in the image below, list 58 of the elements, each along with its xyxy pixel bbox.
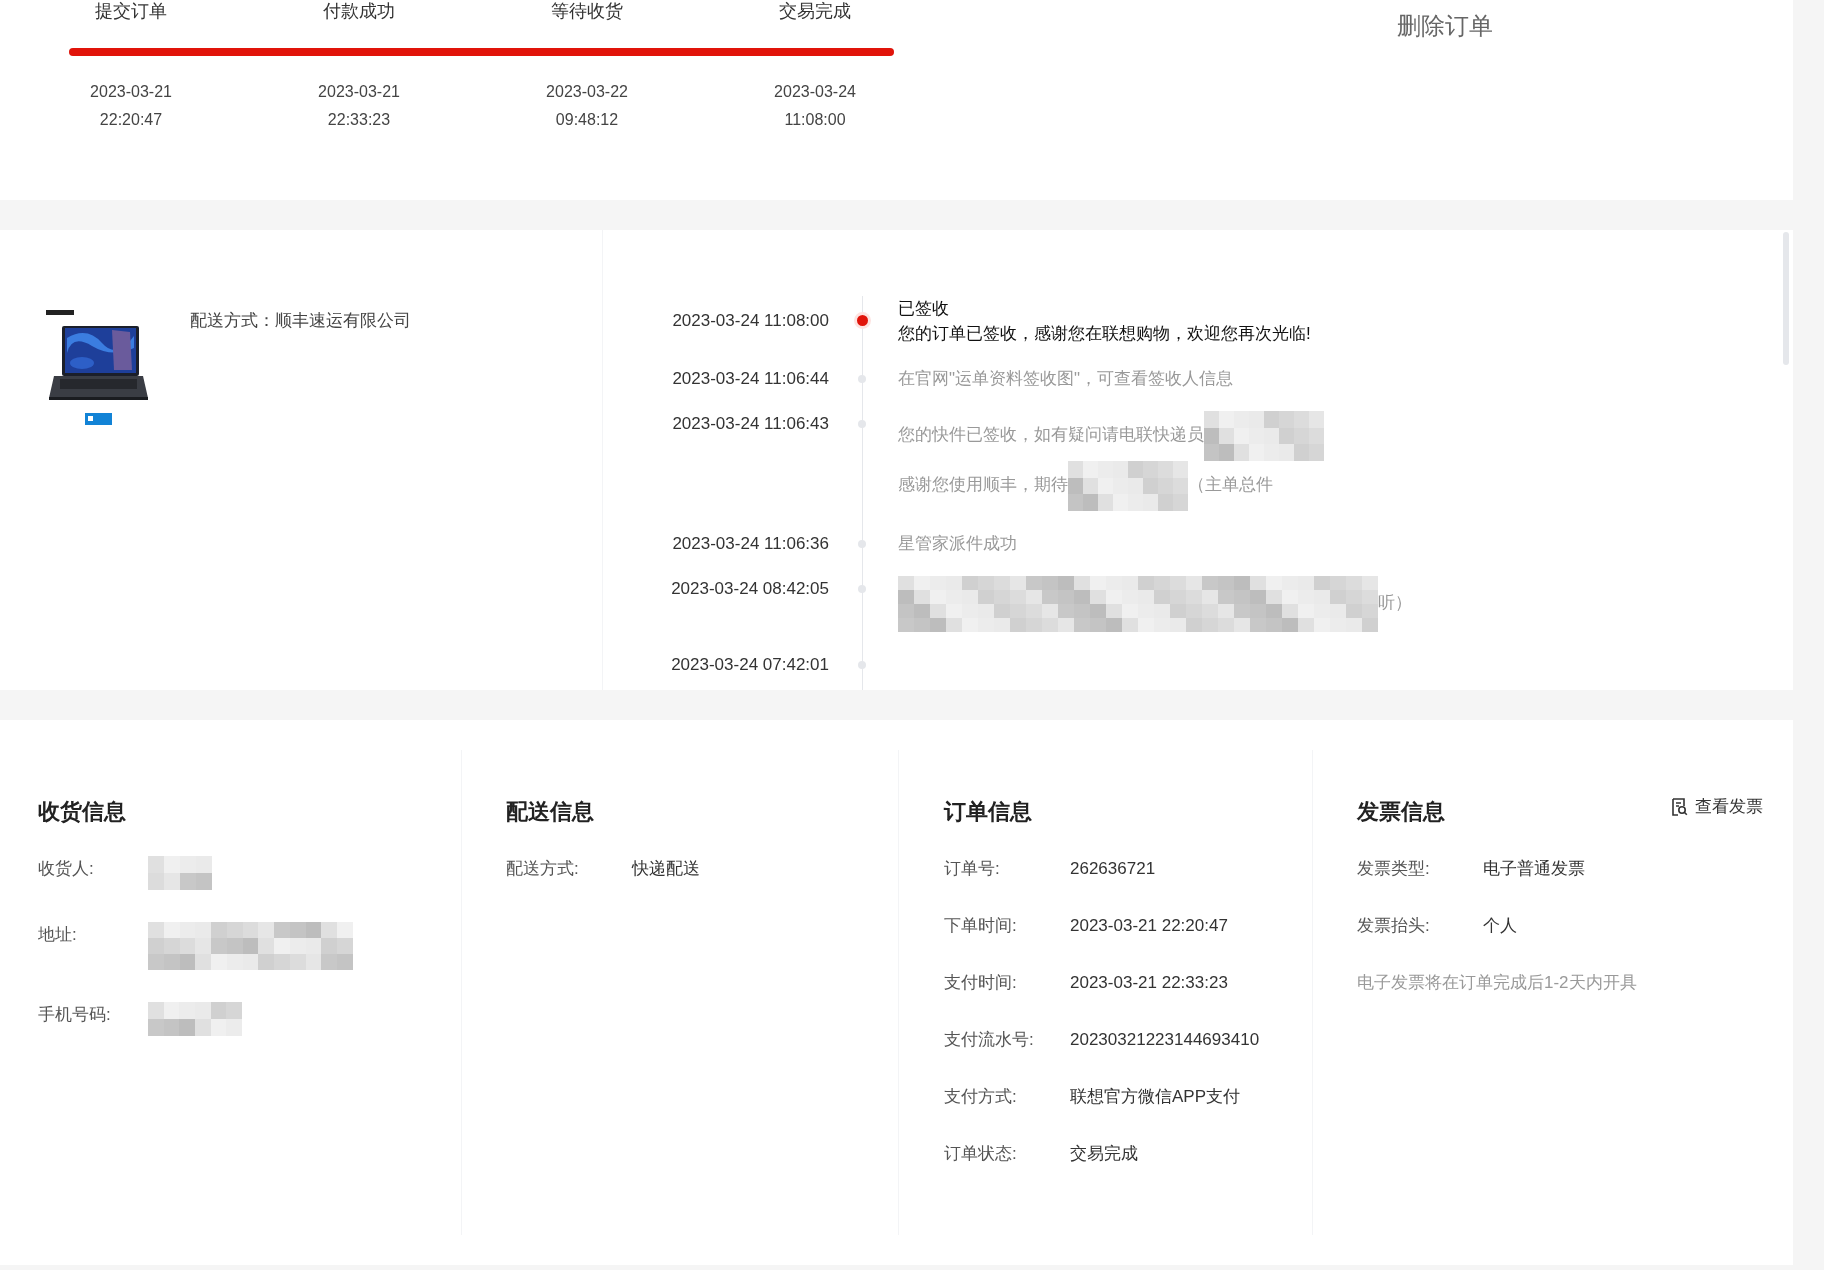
step-label: 交易完成 [778, 0, 852, 23]
tracking-text: 在官网"运单资料签收图"，可查看签收人信息 [898, 369, 1234, 388]
step-date: 2023-03-21 [317, 82, 401, 102]
field-label: 发票类型: [1357, 858, 1431, 880]
step-time: 11:08:00 [783, 110, 847, 130]
tracking-time: 2023-03-24 11:08:00 [671, 310, 829, 332]
section-title: 发票信息 [1357, 797, 1445, 826]
field-value: 电子普通发票 [1483, 858, 1586, 880]
invoice-note: 电子发票将在订单完成后1-2天内开具 [1357, 972, 1638, 994]
field-label: 配送方式: [506, 858, 580, 880]
redacted-block [148, 856, 212, 890]
field-value: 262636721 [1070, 858, 1157, 880]
tracking-time: 2023-03-24 08:42:05 [670, 578, 829, 600]
section-title: 订单信息 [944, 797, 1032, 826]
field-label: 订单状态: [944, 1143, 1018, 1165]
field-value: 个人 [1483, 915, 1518, 937]
field-label: 支付方式: [944, 1086, 1018, 1108]
field-label: 发票抬头: [1357, 915, 1431, 937]
field-label: 支付流水号: [944, 1029, 1035, 1051]
document-search-icon [1669, 797, 1689, 817]
scrollbar[interactable] [1783, 232, 1789, 365]
step-time: 22:20:47 [98, 110, 164, 130]
field-value: 2023-03-21 22:33:23 [1070, 972, 1229, 994]
step-time: 09:48:12 [554, 110, 620, 130]
delivery-method: 配送方式：顺丰速运有限公司 [190, 310, 411, 332]
step-date: 2023-03-22 [545, 82, 629, 102]
tracking-text: 感谢您使用顺丰，期待 [898, 475, 1068, 495]
step-label: 提交订单 [94, 0, 168, 23]
view-invoice-link[interactable]: 查看发票 [1669, 794, 1763, 820]
step-date: 2023-03-21 [89, 82, 173, 102]
field-label: 支付时间: [944, 972, 1018, 994]
field-label: 收货人: [38, 858, 95, 880]
field-label: 订单号: [944, 858, 1001, 880]
tracking-text: 星管家派件成功 [898, 534, 1017, 553]
tracking-time: 2023-03-24 11:06:36 [671, 533, 829, 555]
tracking-time: 2023-03-24 11:06:43 [671, 413, 829, 435]
step-time: 22:33:23 [326, 110, 392, 130]
section-title: 收货信息 [38, 797, 126, 826]
field-value: 交易完成 [1070, 1143, 1139, 1165]
field-label: 手机号码: [38, 1004, 112, 1026]
field-value: 2023-03-21 22:20:47 [1070, 915, 1229, 937]
tracking-time: 2023-03-24 07:42:01 [670, 654, 829, 676]
step-label: 等待收货 [550, 0, 624, 23]
field-value: 20230321223144693410 [1070, 1029, 1260, 1051]
step-label: 付款成功 [322, 0, 396, 23]
section-title: 配送信息 [506, 797, 594, 826]
field-label: 下单时间: [944, 915, 1018, 937]
delete-order-button[interactable]: 删除订单 [1397, 8, 1493, 44]
field-value: 联想官方微信APP支付 [1070, 1086, 1242, 1108]
tracking-text: （主单总件 [1188, 475, 1273, 495]
tracking-text: 您的订单已签收，感谢您在联想购物，欢迎您再次光临! [898, 324, 1311, 343]
tracking-text: 您的快件已签收，如有疑问请电联快递员 [898, 425, 1204, 445]
tracking-text: 听） [1378, 593, 1412, 613]
field-value: 快递配送 [632, 858, 701, 880]
tracking-status: 已签收 [898, 298, 950, 320]
field-label: 地址: [38, 924, 78, 946]
step-date: 2023-03-24 [773, 82, 857, 102]
tracking-time: 2023-03-24 11:06:44 [671, 368, 829, 390]
